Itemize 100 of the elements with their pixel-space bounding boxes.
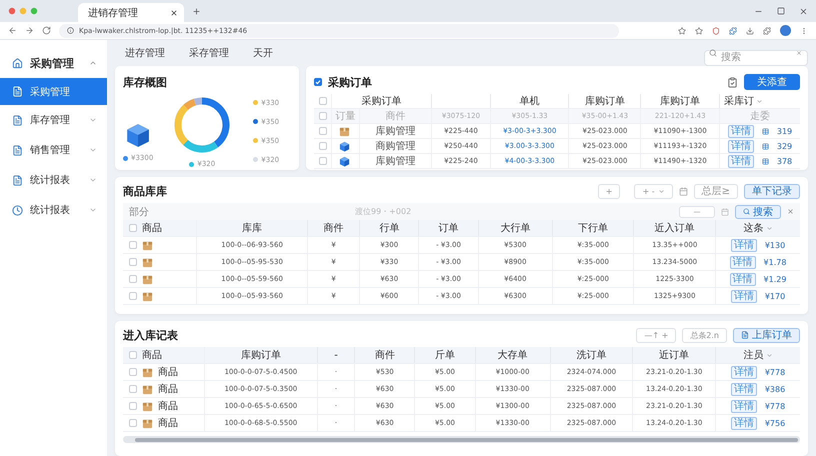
column-header[interactable]: 这条 xyxy=(716,220,800,236)
checkbox[interactable] xyxy=(129,241,137,249)
clipboard-icon[interactable] xyxy=(727,76,738,88)
nav-tab[interactable]: 进存管理 xyxy=(115,46,175,60)
column-header[interactable]: 注员 xyxy=(716,347,800,363)
amount-link[interactable]: ¥130 xyxy=(764,240,786,250)
star-icon[interactable] xyxy=(695,26,703,34)
amount-link[interactable]: ¥386 xyxy=(764,384,786,394)
maximize-icon[interactable] xyxy=(777,6,785,14)
sub-header-cell: 商件 xyxy=(360,109,432,123)
checkbox[interactable] xyxy=(129,351,137,359)
nav-tab[interactable]: 天开 xyxy=(243,46,283,60)
checkbox[interactable] xyxy=(129,275,137,283)
column-header: 大行单 xyxy=(478,220,553,236)
sidebar-item[interactable]: 采购管理 xyxy=(0,78,107,105)
star-icon[interactable] xyxy=(678,26,686,34)
amount-link[interactable]: ¥756 xyxy=(764,418,786,428)
document-icon xyxy=(12,144,23,156)
add-button[interactable]: + xyxy=(598,184,620,198)
amount-link[interactable]: ¥778 xyxy=(764,402,786,410)
checkbox[interactable] xyxy=(129,419,137,427)
stock-order-button[interactable]: 上库订单 xyxy=(733,328,800,342)
amount-link[interactable]: ¥778 xyxy=(764,368,786,376)
status-tag: 详情 xyxy=(730,366,757,378)
column-header: 采购订单 xyxy=(332,94,432,108)
calendar-icon[interactable] xyxy=(721,208,729,216)
cube-icon xyxy=(125,122,152,148)
nav-tab[interactable]: 采存管理 xyxy=(179,46,239,60)
column-header[interactable]: 库购订单 xyxy=(641,94,720,108)
close-icon[interactable] xyxy=(170,8,178,16)
checkbox[interactable] xyxy=(129,385,137,393)
amount-link[interactable]: ¥1.29 xyxy=(764,274,786,284)
table-icon xyxy=(762,158,769,164)
summary-button[interactable]: 总条2.n xyxy=(682,328,727,342)
table-cell: 商购管理 xyxy=(360,139,432,153)
clock-icon xyxy=(12,204,23,216)
status-tag: 详情 xyxy=(730,290,757,302)
column-header[interactable]: 库购订单 xyxy=(569,94,642,108)
checkbox[interactable] xyxy=(129,368,137,376)
record-button[interactable]: 单下记录 xyxy=(744,184,800,198)
amount-link[interactable]: 319 xyxy=(776,126,792,136)
column-header: 洗订单 xyxy=(550,347,634,363)
puzzle-icon[interactable] xyxy=(729,26,737,34)
amount-link[interactable]: 378 xyxy=(776,156,792,166)
sidebar-item[interactable]: 采购管理 xyxy=(0,48,107,78)
puzzle-icon[interactable] xyxy=(763,26,771,34)
browser-tab[interactable]: 进销存管理 xyxy=(78,3,184,22)
document-icon xyxy=(12,86,23,97)
checkbox[interactable] xyxy=(319,112,327,120)
back-icon[interactable] xyxy=(8,26,17,35)
search-button[interactable]: 搜索 xyxy=(735,204,781,218)
sidebar-item[interactable]: 库存管理 xyxy=(0,105,107,135)
card-title: 采购订单 xyxy=(328,74,372,90)
sidebar-item[interactable]: 统计报表 xyxy=(0,165,107,195)
avatar-icon[interactable] xyxy=(780,25,791,36)
checkbox[interactable] xyxy=(319,157,327,165)
calendar-icon[interactable] xyxy=(678,186,688,196)
column-header: 商品 xyxy=(142,348,162,362)
shield-icon[interactable] xyxy=(712,26,720,34)
close-icon[interactable] xyxy=(799,6,808,16)
range-dropdown[interactable]: —↑ + xyxy=(636,328,676,342)
checkbox[interactable] xyxy=(319,127,327,135)
parcel-icon xyxy=(142,418,153,428)
primary-button[interactable]: 关添查 xyxy=(744,74,800,90)
amount-link[interactable]: 329 xyxy=(776,142,792,150)
checkbox[interactable] xyxy=(129,258,137,266)
home-icon xyxy=(12,58,23,68)
sidebar-item[interactable]: 销售管理 xyxy=(0,135,107,165)
caret-icon xyxy=(658,188,665,194)
new-tab-icon[interactable] xyxy=(192,6,201,16)
parcel-icon xyxy=(142,256,153,268)
document-icon xyxy=(12,114,23,126)
parcel-icon xyxy=(142,274,153,284)
cube-icon xyxy=(339,156,350,166)
checkbox[interactable] xyxy=(129,402,137,410)
amount-link[interactable]: ¥1.78 xyxy=(764,258,786,266)
horizontal-scrollbar[interactable] xyxy=(123,436,800,443)
column-header: 商件 xyxy=(355,347,416,363)
checkbox[interactable] xyxy=(314,78,322,86)
amount-link[interactable]: ¥170 xyxy=(764,292,786,300)
checkbox[interactable] xyxy=(129,292,137,300)
clear-icon[interactable] xyxy=(796,50,802,56)
sub-header-cell: 订量 xyxy=(332,109,360,123)
range-dropdown[interactable]: + - xyxy=(634,184,673,198)
search-field[interactable]: 搜索 xyxy=(704,50,808,66)
column-header[interactable]: 采库订 xyxy=(720,94,800,108)
parcel-icon xyxy=(142,366,153,378)
download-icon[interactable] xyxy=(746,26,754,34)
summary-button[interactable]: 总层≥ xyxy=(694,184,738,198)
forward-icon[interactable] xyxy=(25,26,34,35)
parcel-icon xyxy=(142,290,153,302)
column-header: - xyxy=(318,347,356,363)
checkbox[interactable] xyxy=(319,142,327,150)
reload-icon[interactable] xyxy=(42,26,51,35)
product-name: 商品 xyxy=(158,400,178,413)
checkbox[interactable] xyxy=(319,97,327,105)
column-header[interactable]: 单机 xyxy=(490,94,570,108)
product-name: 商品 xyxy=(158,382,178,396)
checkbox[interactable] xyxy=(129,224,137,232)
sidebar-item[interactable]: 统计报表 xyxy=(0,195,107,225)
